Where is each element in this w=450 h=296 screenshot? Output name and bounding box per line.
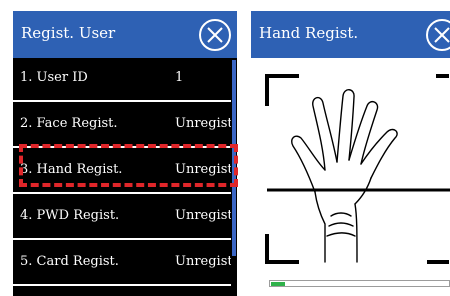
close-regist-user-button[interactable] xyxy=(199,19,231,51)
close-icon xyxy=(207,27,223,43)
hand-regist-highlight-box xyxy=(19,144,238,187)
menu-item-label: 5. Card Regist. xyxy=(20,254,119,269)
menu-item-face-regist[interactable]: 2. Face Regist. Unregist xyxy=(13,104,233,148)
menu-item-card-regist[interactable]: 5. Card Regist. Unregist xyxy=(13,242,233,286)
hand-scan-area xyxy=(265,74,450,264)
hand-regist-header: Hand Regist. xyxy=(251,11,450,58)
menu-item-label: 2. Face Regist. xyxy=(20,116,118,131)
menu-item-label: 1. User ID xyxy=(20,70,88,85)
regist-user-title: Regist. User xyxy=(21,24,116,42)
menu-item-value: Unregist xyxy=(175,208,233,223)
menu-item-user-id[interactable]: 1. User ID 1 xyxy=(13,58,231,102)
progress-bar-fill xyxy=(271,282,285,286)
hand-outline-icon xyxy=(291,89,398,263)
menu-item-label: 4. PWD Regist. xyxy=(20,208,120,223)
registration-progress-bar xyxy=(269,280,450,287)
menu-item-pwd-regist[interactable]: 4. PWD Regist. Unregist xyxy=(13,196,233,240)
hand-regist-panel: Hand Regist. xyxy=(251,11,450,296)
menu-item-value: Unregist xyxy=(175,116,233,131)
menu-item-value: Unregist xyxy=(175,254,233,269)
hand-regist-title: Hand Regist. xyxy=(259,24,359,42)
close-icon xyxy=(434,27,450,43)
scan-frame-corners-icon xyxy=(265,74,449,264)
menu-item-value: 1 xyxy=(175,70,184,85)
close-hand-regist-button[interactable] xyxy=(426,19,450,51)
regist-user-header: Regist. User xyxy=(13,11,237,58)
